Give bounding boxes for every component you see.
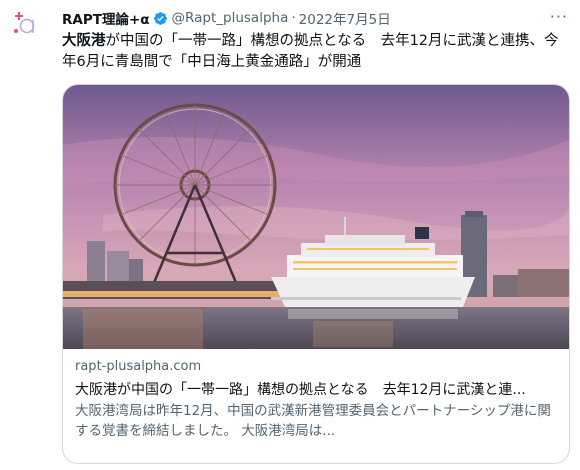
link-card[interactable]: rapt-plusalpha.com 大阪港が中国の「一帯一路」構想の拠点となる… — [62, 84, 570, 464]
card-image[interactable] — [63, 85, 569, 349]
author-handle[interactable]: @Rapt_plusalpha — [172, 10, 289, 26]
tweet-text: 大阪港が中国の「一帯一路」構想の拠点となる 去年12月に武漢と連携、今年6月に青… — [62, 31, 567, 73]
verified-badge-icon — [153, 11, 167, 25]
tweet-header: RAPT理論+α @Rapt_plusalpha · 2022年7月5日 ··· — [62, 8, 568, 29]
tweet-text-body: が中国の「一帯一路」構想の拠点となる 去年12月に武漢と連携、今年6月に青島間で… — [62, 33, 559, 70]
card-description: 大阪港湾局は昨年12月、中国の武漢新港管理委員会とパートナーシップ港に関する覚書… — [75, 403, 551, 439]
tweet-date[interactable]: 2022年7月5日 — [299, 8, 391, 28]
separator-dot: · — [291, 10, 296, 26]
author-name[interactable]: RAPT理論+α — [62, 8, 150, 28]
tweet-text-bold: 大阪港 — [62, 33, 106, 49]
card-title[interactable]: 大阪港が中国の「一帯一路」構想の拠点となる 去年12月に武漢と連... — [75, 379, 557, 399]
more-options-icon[interactable]: ··· — [550, 8, 568, 26]
card-domain: rapt-plusalpha.com — [75, 359, 202, 374]
avatar[interactable] — [12, 10, 40, 38]
